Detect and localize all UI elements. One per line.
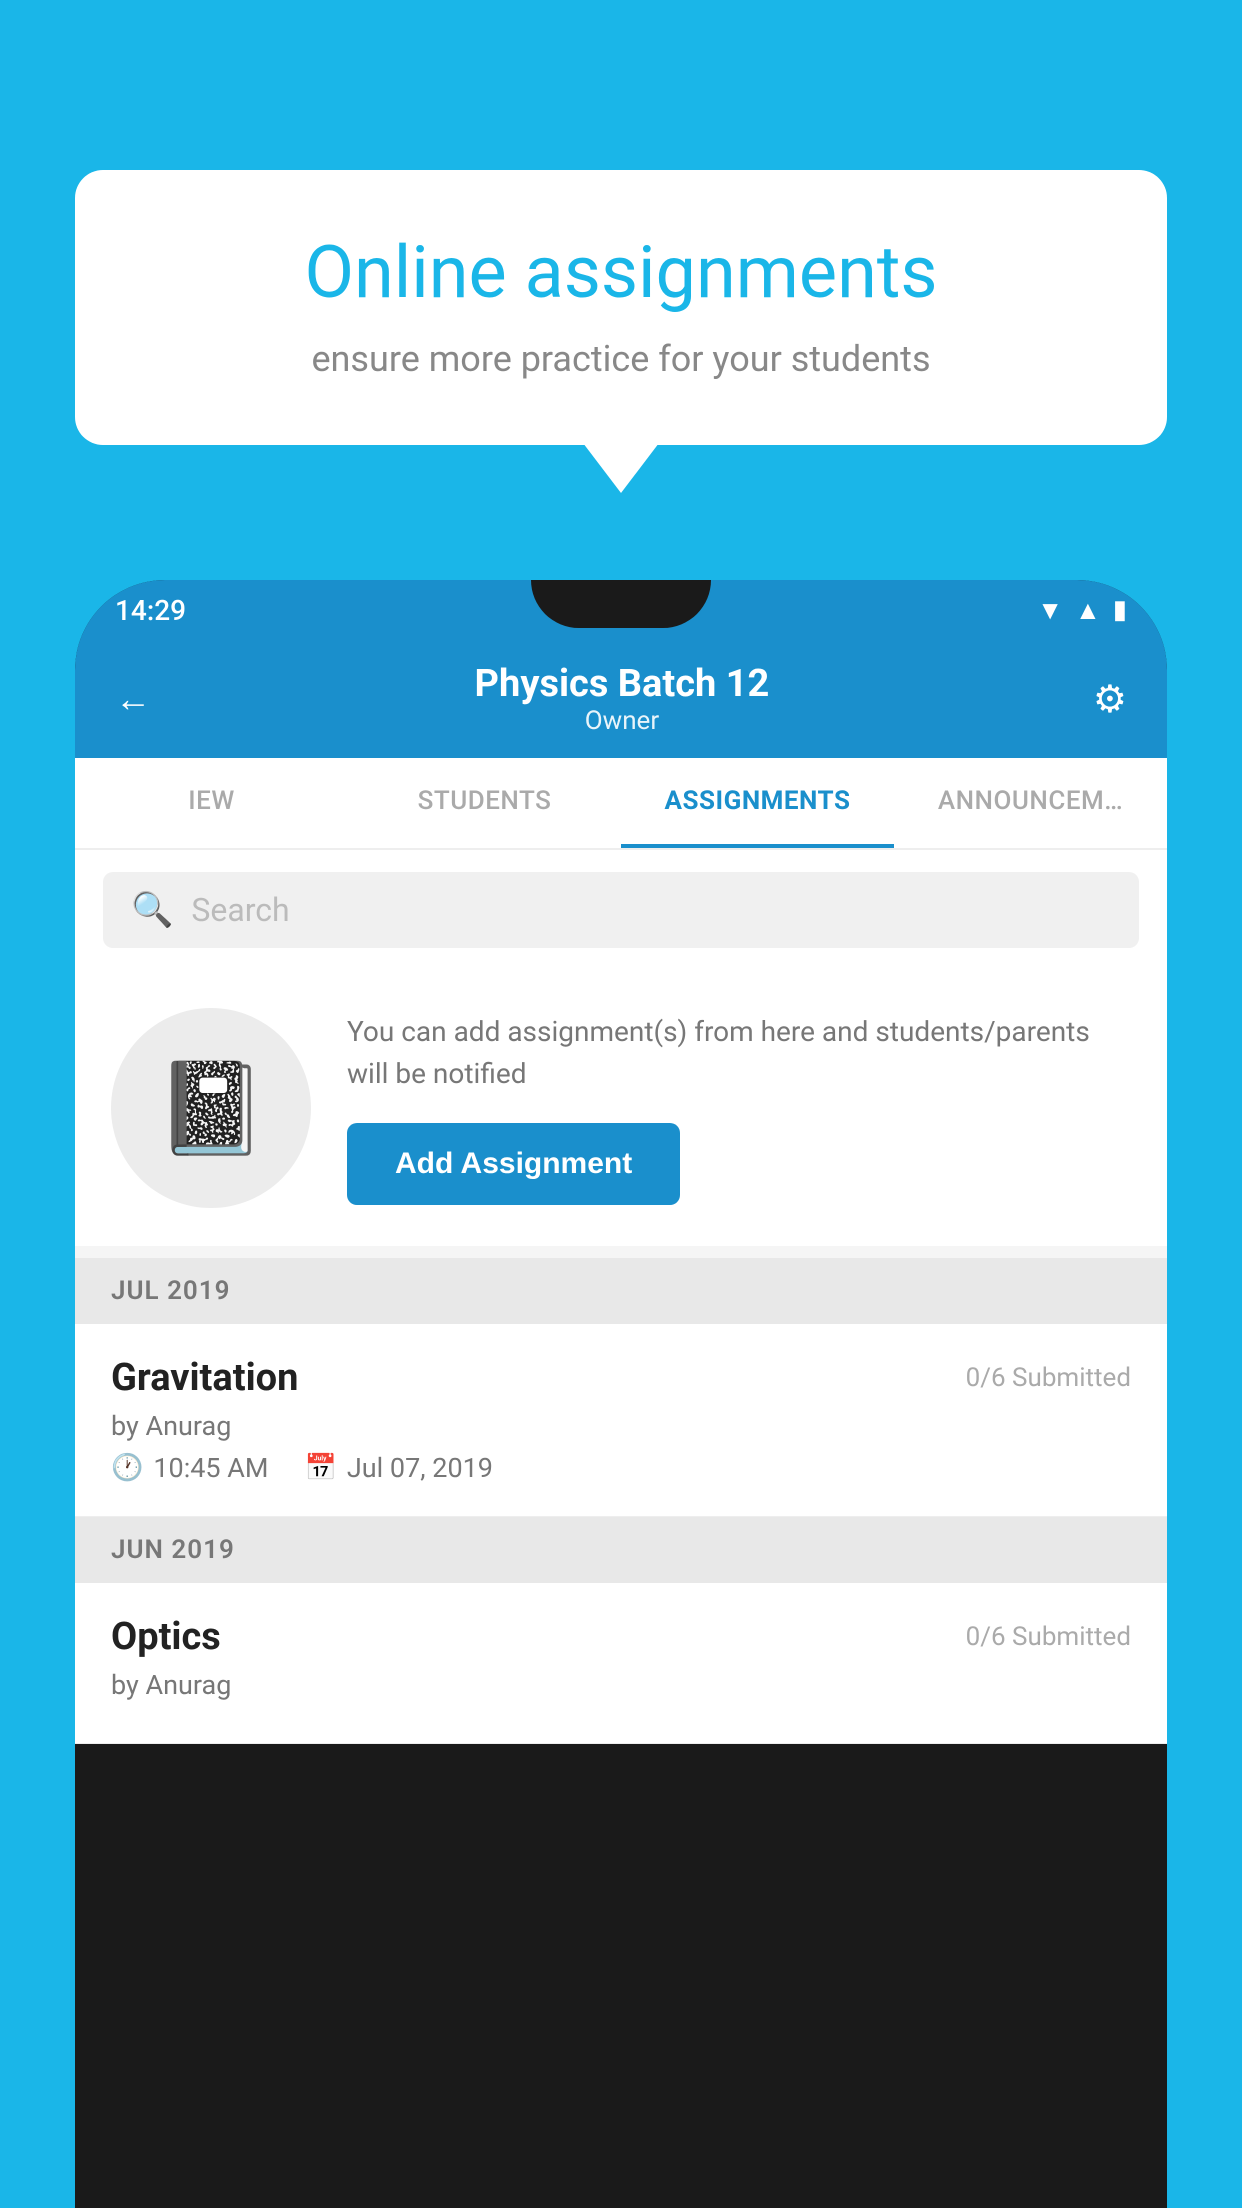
- app-header: ← Physics Batch 12 Owner ⚙: [75, 640, 1167, 758]
- assignment-header: Gravitation 0/6 Submitted: [111, 1356, 1131, 1400]
- signal-icon: ▲: [1075, 595, 1101, 626]
- tabs-container: IEW STUDENTS ASSIGNMENTS ANNOUNCEM…: [75, 758, 1167, 850]
- assignment-time: 10:45 AM: [153, 1452, 268, 1484]
- assignment-date: Jul 07, 2019: [347, 1452, 493, 1484]
- search-placeholder: Search: [191, 891, 289, 929]
- speech-bubble: Online assignments ensure more practice …: [75, 170, 1167, 445]
- add-assignment-button[interactable]: Add Assignment: [347, 1123, 680, 1205]
- assignment-submitted: 0/6 Submitted: [966, 1363, 1131, 1393]
- promo-text-area: You can add assignment(s) from here and …: [347, 1011, 1131, 1205]
- speech-bubble-container: Online assignments ensure more practice …: [75, 170, 1167, 445]
- assignment-submitted-optics: 0/6 Submitted: [966, 1622, 1131, 1652]
- tab-overview[interactable]: IEW: [75, 758, 348, 848]
- section-header-jul: JUL 2019: [75, 1258, 1167, 1324]
- section-header-jun: JUN 2019: [75, 1517, 1167, 1583]
- promo-description: You can add assignment(s) from here and …: [347, 1011, 1131, 1095]
- meta-time: 🕐 10:45 AM: [111, 1452, 269, 1484]
- status-bar: 14:29 ▼ ▲ ▮: [75, 580, 1167, 640]
- assignment-name-optics: Optics: [111, 1615, 221, 1659]
- meta-date: 📅 Jul 07, 2019: [305, 1452, 493, 1484]
- settings-icon[interactable]: ⚙: [1093, 677, 1127, 722]
- status-time: 14:29: [115, 594, 186, 627]
- phone-frame: 14:29 ▼ ▲ ▮ ← Physics Batch 12 Owner ⚙ I…: [75, 580, 1167, 2208]
- header-center: Physics Batch 12 Owner: [475, 662, 770, 736]
- promo-section: 📓 You can add assignment(s) from here an…: [75, 970, 1167, 1246]
- wifi-icon: ▼: [1037, 595, 1063, 626]
- assignment-header-optics: Optics 0/6 Submitted: [111, 1615, 1131, 1659]
- battery-icon: ▮: [1113, 595, 1127, 625]
- notch: [531, 580, 711, 628]
- phone-content: 🔍 Search 📓 You can add assignment(s) fro…: [75, 850, 1167, 1744]
- batch-title: Physics Batch 12: [475, 662, 770, 706]
- notebook-icon: 📓: [155, 1056, 267, 1161]
- status-icons: ▼ ▲ ▮: [1037, 595, 1127, 626]
- search-icon: 🔍: [131, 890, 173, 930]
- assignment-name: Gravitation: [111, 1356, 298, 1400]
- assignment-meta: 🕐 10:45 AM 📅 Jul 07, 2019: [111, 1452, 1131, 1484]
- assignment-by-optics: by Anurag: [111, 1669, 1131, 1701]
- back-button[interactable]: ←: [115, 678, 151, 720]
- tab-assignments[interactable]: ASSIGNMENTS: [621, 758, 894, 848]
- speech-bubble-subtitle: ensure more practice for your students: [145, 338, 1097, 380]
- assignment-optics[interactable]: Optics 0/6 Submitted by Anurag: [75, 1583, 1167, 1744]
- speech-bubble-title: Online assignments: [145, 230, 1097, 316]
- promo-icon-circle: 📓: [111, 1008, 311, 1208]
- clock-icon: 🕐: [111, 1453, 143, 1483]
- tab-announcements[interactable]: ANNOUNCEM…: [894, 758, 1167, 848]
- owner-label: Owner: [475, 706, 770, 736]
- tab-students[interactable]: STUDENTS: [348, 758, 621, 848]
- calendar-icon: 📅: [305, 1453, 337, 1483]
- search-bar[interactable]: 🔍 Search: [103, 872, 1139, 948]
- assignment-by: by Anurag: [111, 1410, 1131, 1442]
- assignment-gravitation[interactable]: Gravitation 0/6 Submitted by Anurag 🕐 10…: [75, 1324, 1167, 1517]
- search-container: 🔍 Search: [75, 850, 1167, 970]
